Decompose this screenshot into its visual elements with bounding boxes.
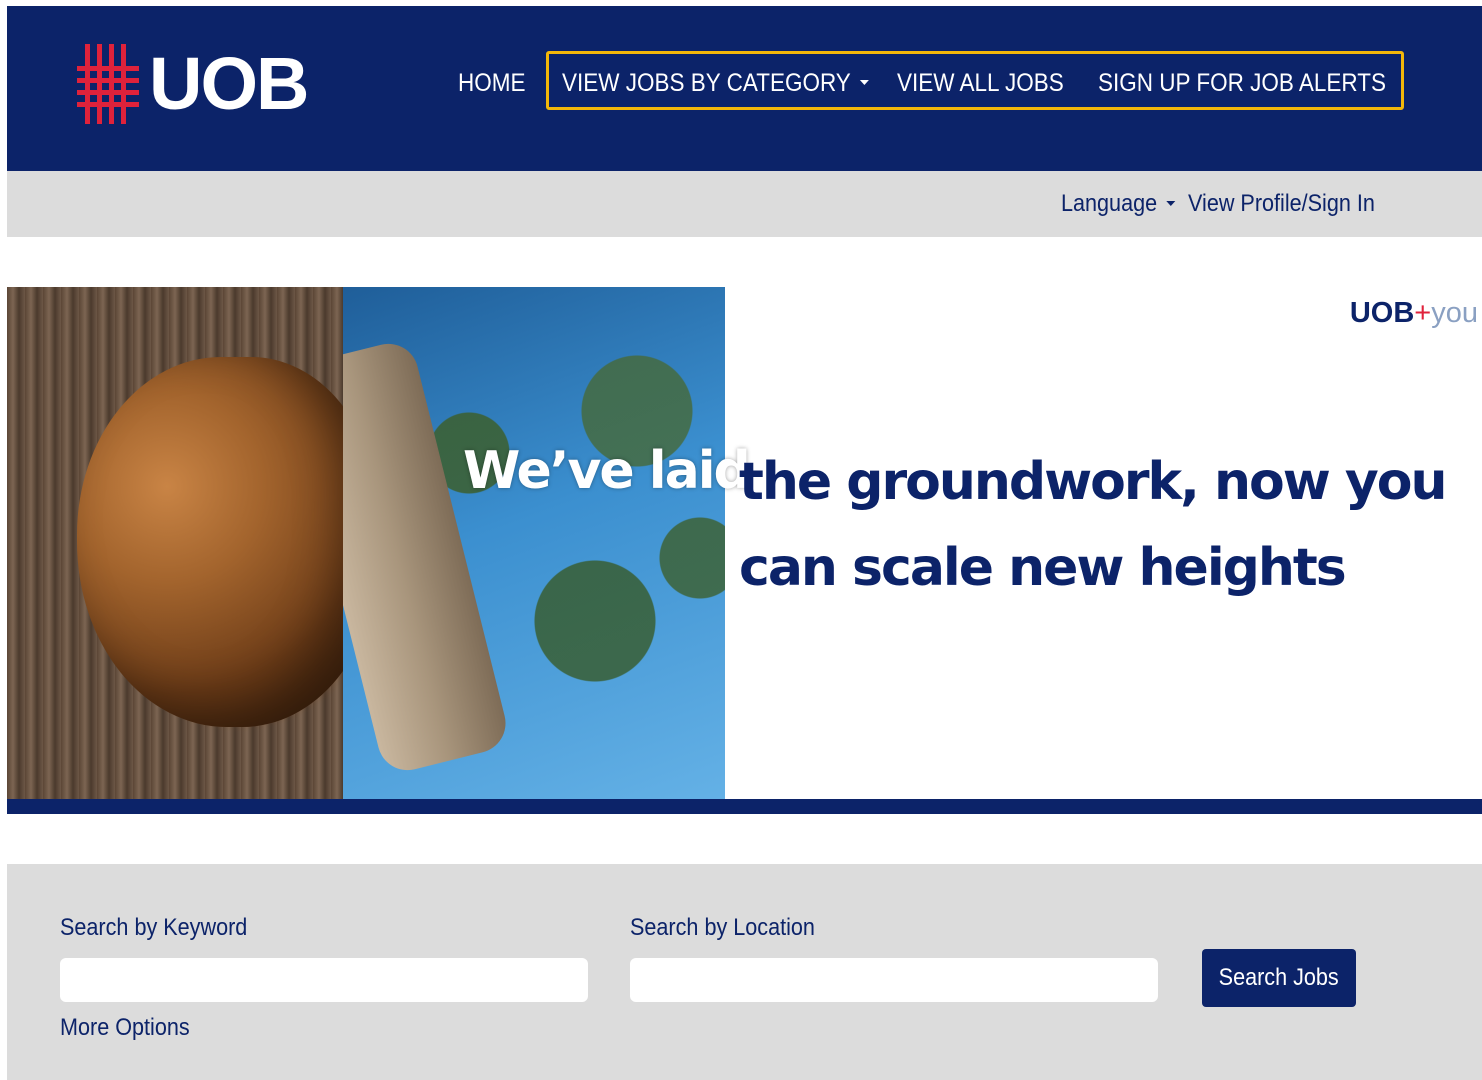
- nav-sign-up-job-alerts[interactable]: SIGN UP FOR JOB ALERTS: [1098, 68, 1386, 98]
- brand-plus: +: [1414, 297, 1432, 329]
- careers-page: UOB HOME VIEW JOBS BY CATEGORY VIEW ALL …: [0, 0, 1482, 1080]
- caret-down-icon: [859, 80, 869, 86]
- hero-banner: UOB+you We’ve laid the groundwork, now y…: [7, 287, 1482, 814]
- location-label: Search by Location: [630, 914, 815, 941]
- keyword-search-input[interactable]: [60, 958, 588, 1002]
- language-label: Language: [1061, 190, 1158, 217]
- nav-view-jobs-by-category-label: VIEW JOBS BY CATEGORY: [562, 69, 851, 97]
- uob-logo[interactable]: UOB: [77, 42, 309, 125]
- uob-logo-icon: [77, 44, 139, 124]
- banner-overlay-text: We’ve laid: [463, 441, 751, 501]
- keyword-label: Search by Keyword: [60, 914, 248, 941]
- location-search-input[interactable]: [630, 958, 1158, 1002]
- walnut-shape: [77, 357, 377, 727]
- profile-sign-in-link[interactable]: View Profile/Sign In: [1188, 190, 1375, 218]
- more-options-link[interactable]: More Options: [60, 1014, 190, 1042]
- search-jobs-button-label: Search Jobs: [1218, 964, 1340, 991]
- nav-home[interactable]: HOME: [458, 68, 526, 98]
- uob-plus-you-brand: UOB+you: [1350, 297, 1478, 329]
- banner-headline: the groundwork, now you can scale new he…: [739, 452, 1447, 598]
- caret-down-icon: [1166, 200, 1176, 206]
- tree-image: [343, 287, 725, 799]
- banner-bottom-rule: [7, 799, 1482, 814]
- brand-you: you: [1431, 297, 1478, 329]
- nav-view-jobs-by-category[interactable]: VIEW JOBS BY CATEGORY: [562, 68, 869, 98]
- search-jobs-button[interactable]: Search Jobs: [1202, 949, 1356, 1007]
- logo-text: UOB: [149, 42, 309, 125]
- utility-bar: Language View Profile/Sign In: [7, 171, 1482, 237]
- language-dropdown[interactable]: Language: [1061, 190, 1176, 218]
- nav-view-all-jobs[interactable]: VIEW ALL JOBS: [897, 68, 1064, 98]
- walnut-image: [7, 287, 377, 799]
- brand-uob: UOB: [1349, 297, 1415, 329]
- job-search-panel: Search by Keyword Search by Location Sea…: [7, 864, 1482, 1080]
- top-header: UOB HOME VIEW JOBS BY CATEGORY VIEW ALL …: [7, 6, 1482, 171]
